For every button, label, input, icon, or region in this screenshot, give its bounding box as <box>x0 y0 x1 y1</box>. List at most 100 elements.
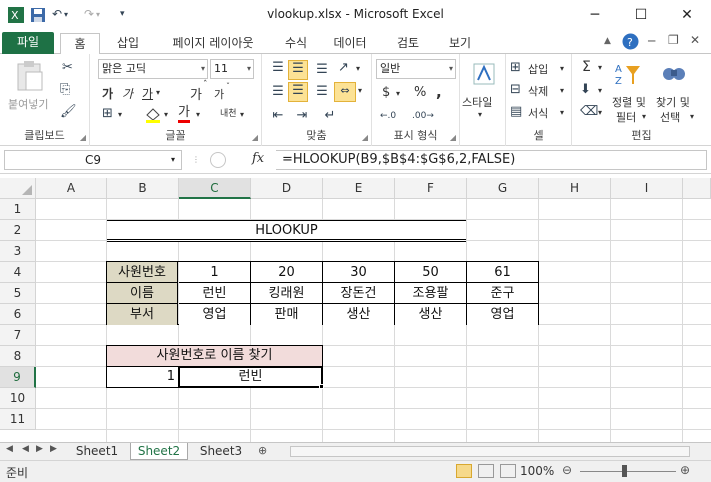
insert-cells-dropdown-icon[interactable]: ▾ <box>560 64 564 73</box>
align-bottom-icon[interactable]: ☰ <box>312 62 332 78</box>
row-header-4[interactable]: 4 <box>0 262 36 283</box>
first-sheet-icon[interactable]: ◀ <box>6 444 13 454</box>
row-header-3[interactable]: 3 <box>0 241 36 262</box>
horizontal-scrollbar[interactable] <box>290 446 690 457</box>
underline-dropdown-icon[interactable]: ▾ <box>156 88 160 97</box>
table-cell[interactable]: 30 <box>323 262 395 283</box>
tab-home[interactable]: 홈 <box>60 33 100 55</box>
prev-sheet-icon[interactable]: ◀ <box>22 444 29 454</box>
underline-button[interactable]: 가 <box>142 85 153 102</box>
tab-insert[interactable]: 삽입 <box>108 33 148 54</box>
align-center-icon[interactable]: ☰ <box>288 82 308 102</box>
alignment-launcher-icon[interactable]: ◢ <box>362 133 368 142</box>
table-cell[interactable]: 영업 <box>179 304 251 325</box>
page-layout-view-icon[interactable] <box>478 464 494 478</box>
fill-dropdown-icon[interactable]: ▾ <box>598 86 602 95</box>
comma-button[interactable]: , <box>436 83 442 101</box>
table-cell[interactable]: 50 <box>395 262 467 283</box>
styles-label[interactable]: 스타일 <box>462 94 492 110</box>
row-header-2[interactable]: 2 <box>0 220 36 241</box>
last-sheet-icon[interactable]: ▶ <box>50 444 57 454</box>
clear-dropdown-icon[interactable]: ▾ <box>598 108 602 117</box>
delete-cells-icon[interactable]: ⊟ <box>510 82 521 98</box>
fill-icon[interactable]: ⬇ <box>580 82 591 98</box>
table-name-label[interactable]: 이름 <box>107 283 178 304</box>
decrease-indent-icon[interactable]: ⇤ <box>268 108 288 124</box>
find-select-label-2[interactable]: 선택 <box>660 109 680 125</box>
clear-icon[interactable]: ⌫ <box>580 104 598 120</box>
tab-view[interactable]: 보기 <box>440 33 480 54</box>
row-header-10[interactable]: 10 <box>0 388 36 409</box>
sort-filter-dropdown-icon[interactable]: ▾ <box>642 112 646 121</box>
table-cell[interactable]: 런빈 <box>179 283 251 304</box>
zoom-level[interactable]: 100% <box>520 464 554 478</box>
column-header-b[interactable]: B <box>107 178 179 199</box>
font-size-dropdown-icon[interactable]: ▾ <box>247 60 251 78</box>
row-header-6[interactable]: 6 <box>0 304 36 325</box>
fill-handle[interactable] <box>319 384 324 389</box>
grow-font-button[interactable]: 가 <box>190 84 202 103</box>
orientation-dropdown-icon[interactable]: ▾ <box>356 64 360 73</box>
fill-color-icon[interactable] <box>144 106 162 129</box>
table-cell[interactable]: 생산 <box>395 304 467 325</box>
zoom-in-icon[interactable]: ⊕ <box>680 463 690 477</box>
format-cells-dropdown-icon[interactable]: ▾ <box>560 108 564 117</box>
insert-function-button[interactable]: fx <box>252 151 264 166</box>
table-cell[interactable]: 20 <box>251 262 323 283</box>
autosum-dropdown-icon[interactable]: ▾ <box>598 63 602 72</box>
clipboard-launcher-icon[interactable]: ◢ <box>80 133 86 142</box>
number-launcher-icon[interactable]: ◢ <box>450 133 456 142</box>
column-header-c[interactable]: C <box>179 178 251 199</box>
lookup-result-cell[interactable]: 런빈 <box>178 366 323 388</box>
delete-cells-dropdown-icon[interactable]: ▾ <box>560 86 564 95</box>
font-color-dropdown-icon[interactable]: ▾ <box>196 110 200 119</box>
find-select-label-1[interactable]: 찾기 및 <box>656 94 690 110</box>
restore-workbook-icon[interactable]: ❐ <box>668 33 679 47</box>
tab-formulas[interactable]: 수식 <box>276 33 316 54</box>
lookup-input-cell[interactable]: 1 <box>106 366 179 388</box>
tab-page-layout[interactable]: 페이지 레이아웃 <box>158 33 268 54</box>
bold-button[interactable]: 가 <box>102 85 113 102</box>
formula-input[interactable]: =HLOOKUP(B9,$B$4:$G$6,2,FALSE) <box>276 150 707 170</box>
zoom-out-icon[interactable]: ⊖ <box>562 463 572 477</box>
increase-decimal-icon[interactable]: ←.0 <box>380 108 396 124</box>
sheet-tab-2[interactable]: Sheet2 <box>130 443 188 460</box>
paste-icon[interactable] <box>14 60 46 92</box>
number-format-dropdown-icon[interactable]: ▾ <box>449 60 453 78</box>
close-workbook-icon[interactable]: ✕ <box>690 33 700 47</box>
formula-bar-splitter-icon[interactable]: ⋮ <box>192 155 200 164</box>
lookup-label-cell[interactable]: 사원번호로 이름 찾기 <box>106 345 323 367</box>
table-cell[interactable]: 1 <box>179 262 251 283</box>
row-header-7[interactable]: 7 <box>0 325 36 346</box>
phonetic-dropdown-icon[interactable]: ▾ <box>240 110 244 119</box>
column-header-a[interactable]: A <box>36 178 107 199</box>
sheet-tab-1[interactable]: Sheet1 <box>68 443 126 460</box>
wrap-text-icon[interactable]: ↵ <box>320 108 340 124</box>
merge-center-icon[interactable]: ⇔ <box>334 82 356 102</box>
table-cell[interactable]: 킹래원 <box>251 283 323 304</box>
close-button[interactable]: ✕ <box>664 0 710 30</box>
font-size-combo[interactable]: 11 ▾ <box>210 59 254 79</box>
column-header-g[interactable]: G <box>467 178 539 199</box>
borders-dropdown-icon[interactable]: ▾ <box>118 110 122 119</box>
row-header-9[interactable]: 9 <box>0 367 36 388</box>
sort-filter-icon[interactable]: AZ <box>614 60 642 88</box>
column-header-i[interactable]: I <box>611 178 683 199</box>
align-top-icon[interactable]: ☰ <box>268 60 288 76</box>
font-color-button[interactable]: 가 <box>178 106 190 123</box>
normal-view-icon[interactable] <box>456 464 472 478</box>
font-launcher-icon[interactable]: ◢ <box>252 133 258 142</box>
column-header-e[interactable]: E <box>323 178 395 199</box>
font-name-combo[interactable]: 맑은 고딕 ▾ <box>98 59 208 79</box>
styles-icon[interactable] <box>472 62 496 86</box>
phonetic-button[interactable]: 내천 <box>220 106 237 119</box>
maximize-button[interactable]: ☐ <box>618 0 664 30</box>
table-dept-label[interactable]: 부서 <box>107 304 178 325</box>
help-icon[interactable]: ? <box>622 33 639 53</box>
styles-dropdown-icon[interactable]: ▾ <box>478 110 482 119</box>
currency-dropdown-icon[interactable]: ▾ <box>396 89 400 98</box>
tab-data[interactable]: 데이터 <box>326 33 374 54</box>
orientation-icon[interactable]: ↗ <box>338 60 349 76</box>
borders-icon[interactable]: ⊞ <box>102 106 113 122</box>
row-header-8[interactable]: 8 <box>0 346 36 367</box>
